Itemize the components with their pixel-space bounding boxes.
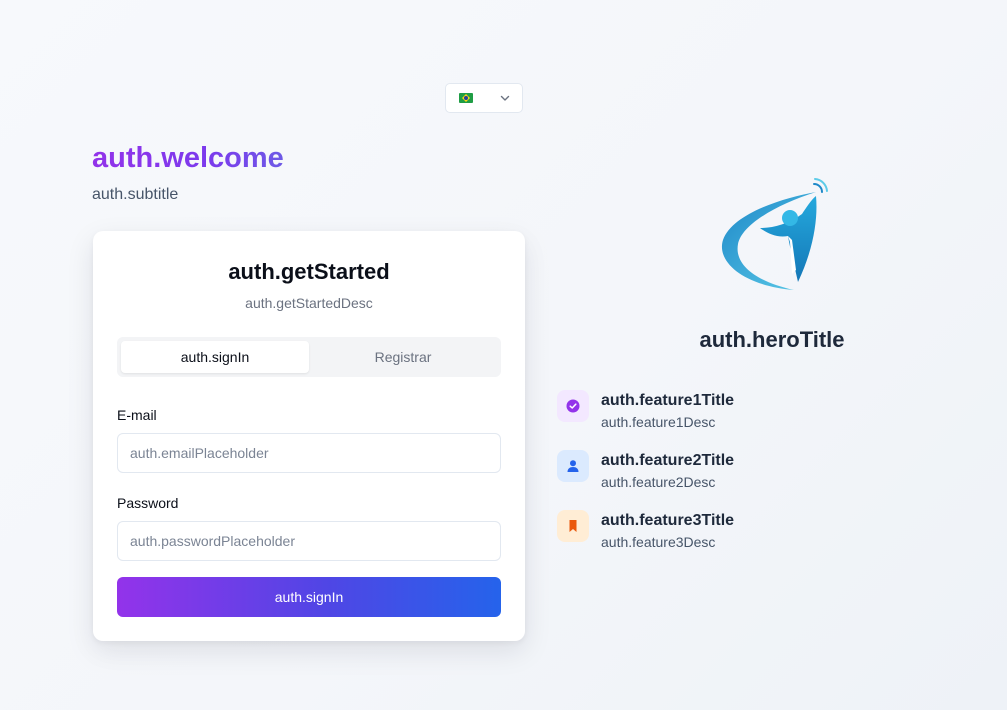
tab-sign-in[interactable]: auth.signIn [121, 341, 309, 373]
feature-item-2: auth.feature2Title auth.feature2Desc [557, 450, 734, 491]
feature-3-title: auth.feature3Title [601, 512, 735, 529]
card-description: auth.getStartedDesc [245, 295, 373, 311]
brazil-flag-icon [459, 93, 473, 103]
tab-register[interactable]: Registrar [309, 341, 497, 373]
email-label: E-mail [117, 407, 157, 423]
feature-3-desc: auth.feature3Desc [601, 534, 716, 550]
welcome-subtitle: auth.subtitle [92, 186, 179, 203]
password-label: Password [117, 495, 179, 511]
email-field[interactable] [117, 433, 501, 473]
hero-title: auth.heroTitle [699, 327, 845, 352]
password-field[interactable] [117, 521, 501, 561]
feature-1-title: auth.feature1Title [601, 392, 735, 409]
check-badge-icon [557, 390, 589, 422]
feature-item-1: auth.feature1Title auth.feature1Desc [557, 390, 734, 431]
feature-2-desc: auth.feature2Desc [601, 474, 716, 490]
user-icon [557, 450, 589, 482]
feature-2-title: auth.feature2Title [601, 452, 735, 469]
language-select[interactable] [445, 83, 523, 113]
feature-1-desc: auth.feature1Desc [601, 414, 716, 430]
welcome-heading: auth.welcome [92, 138, 284, 178]
sign-in-button[interactable]: auth.signIn [117, 577, 501, 617]
hero-logo [712, 178, 832, 296]
feature-item-3: auth.feature3Title auth.feature3Desc [557, 510, 734, 551]
auth-tabs: auth.signIn Registrar [117, 337, 501, 377]
card-title: auth.getStarted [228, 259, 390, 284]
chevron-down-icon [500, 93, 510, 103]
bookmark-icon [557, 510, 589, 542]
auth-card: auth.getStarted auth.getStartedDesc auth… [93, 231, 525, 641]
